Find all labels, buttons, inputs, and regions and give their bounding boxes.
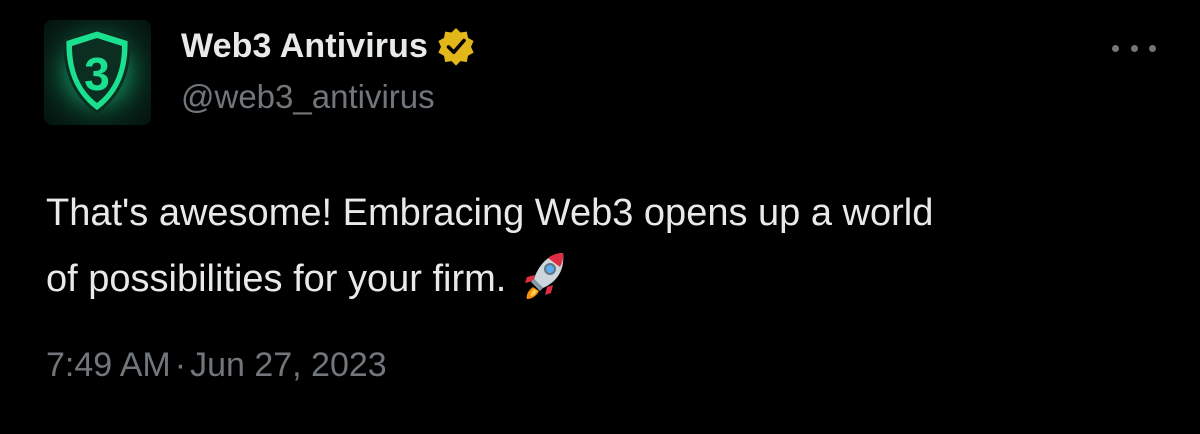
more-dot-icon — [1130, 44, 1138, 52]
more-options-button[interactable] — [1112, 36, 1156, 60]
shield-3-logo-icon: 3 — [44, 20, 151, 125]
author-display-name[interactable]: Web3 Antivirus — [181, 27, 428, 66]
author-name-row[interactable]: Web3 Antivirus — [181, 24, 476, 68]
tweet-timestamp[interactable]: 7:49 AM · Jun 27, 2023 — [46, 346, 387, 385]
author-handle[interactable]: @web3_antivirus — [181, 78, 435, 116]
more-dot-icon — [1112, 44, 1119, 52]
tweet-date[interactable]: Jun 27, 2023 — [190, 346, 387, 384]
tweet-time[interactable]: 7:49 AM — [46, 346, 171, 384]
timestamp-separator: · — [174, 346, 187, 384]
more-dot-icon — [1149, 44, 1156, 52]
avatar-glyph: 3 — [84, 48, 110, 100]
tweet-text-line-2: of possibilities for your firm. — [46, 258, 507, 300]
rocket-icon — [523, 251, 567, 301]
verified-badge-icon[interactable] — [436, 26, 476, 66]
tweet-text: That's awesome! Embracing Web3 opens up … — [46, 180, 1176, 312]
tweet-text-line-1: That's awesome! Embracing Web3 opens up … — [46, 192, 934, 234]
tweet-card: 3 Web3 Antivirus @web3_antivirus That's … — [0, 0, 1200, 434]
avatar[interactable]: 3 — [44, 20, 151, 125]
